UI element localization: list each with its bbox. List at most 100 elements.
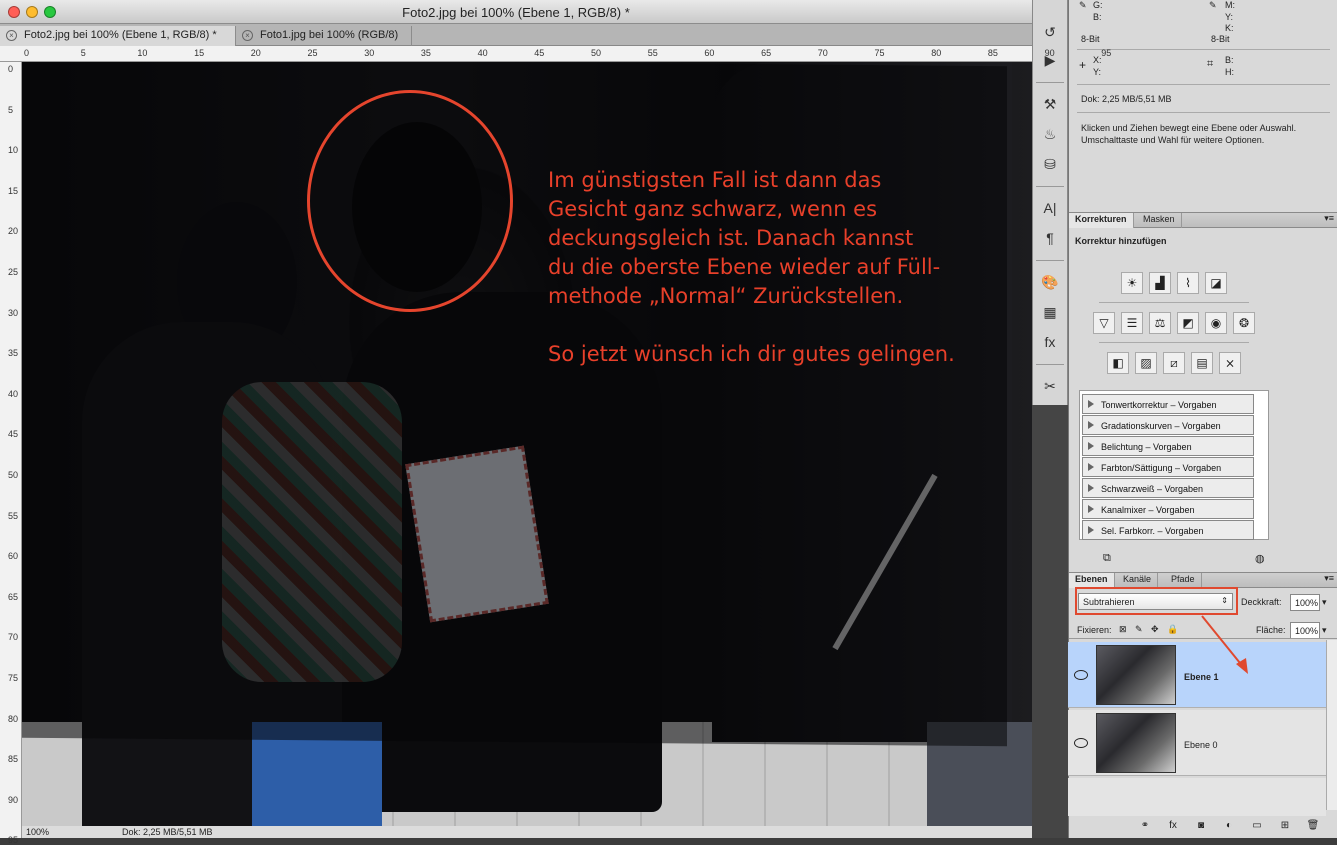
tab-kanaele[interactable]: Kanäle bbox=[1117, 573, 1159, 588]
preset-item[interactable]: Kanalmixer – Vorgaben bbox=[1082, 499, 1254, 519]
visibility-toggle-icon[interactable]: ◍ bbox=[1255, 552, 1265, 565]
color-balance-icon[interactable]: ⚖ bbox=[1149, 312, 1171, 334]
clone-source-icon[interactable]: ♨ bbox=[1039, 124, 1061, 144]
annotation-arrow bbox=[1201, 615, 1248, 674]
window-title: Foto2.jpg bei 100% (Ebene 1, RGB/8) * bbox=[402, 5, 630, 20]
threshold-icon[interactable]: ⧄ bbox=[1163, 352, 1185, 374]
layer-thumbnail bbox=[1096, 713, 1176, 773]
blend-mode-highlight bbox=[1075, 587, 1238, 615]
info-panel: ✎ G: B: 8-Bit ✎ M: Y: K: 8-Bit + X: Y: ⌗… bbox=[1069, 0, 1337, 212]
eye-icon[interactable] bbox=[1074, 738, 1088, 748]
lock-position-icon[interactable]: ✥ bbox=[1151, 624, 1159, 635]
ruler-tick-label: 60 bbox=[704, 48, 715, 58]
ruler-tick-label: 40 bbox=[477, 48, 488, 58]
ruler-tick-label: 95 bbox=[1101, 48, 1112, 58]
brightness-contrast-icon[interactable]: ☀ bbox=[1121, 272, 1143, 294]
chevron-down-icon[interactable]: ▾ bbox=[1322, 597, 1327, 608]
info-hint: Klicken und Ziehen bewegt eine Ebene ode… bbox=[1081, 123, 1297, 145]
ruler-tick-label: 55 bbox=[647, 48, 658, 58]
ruler-tick-label: 45 bbox=[534, 48, 545, 58]
tools-icon[interactable]: ✂ bbox=[1039, 376, 1061, 396]
tab-masken[interactable]: Masken bbox=[1137, 213, 1182, 228]
annotation-text: Im günstigsten Fall ist dann das Gesicht… bbox=[548, 168, 955, 366]
preset-item[interactable]: Farbton/Sättigung – Vorgaben bbox=[1082, 457, 1254, 477]
layer-row-ebene-0[interactable]: Ebene 0 bbox=[1068, 710, 1326, 776]
expand-triangle-icon bbox=[1088, 442, 1094, 450]
ruler-tick-label: 80 bbox=[8, 713, 19, 724]
tool-presets-icon[interactable]: ⛁ bbox=[1039, 154, 1061, 174]
divider bbox=[1077, 112, 1330, 113]
lock-transparency-icon[interactable]: ⊠ bbox=[1119, 624, 1127, 635]
lock-pixels-icon[interactable]: ✎ bbox=[1135, 624, 1143, 635]
crosshair-icon: + bbox=[1079, 58, 1087, 72]
preset-item[interactable]: Gradationskurven – Vorgaben bbox=[1082, 415, 1254, 435]
styles-icon[interactable]: fx bbox=[1039, 332, 1061, 352]
divider bbox=[1099, 342, 1249, 343]
gradient-map-icon[interactable]: ▤ bbox=[1191, 352, 1213, 374]
preset-item[interactable]: Sel. Farbkorr. – Vorgaben bbox=[1082, 520, 1254, 540]
layer-name[interactable]: Ebene 0 bbox=[1184, 740, 1218, 750]
exposure-icon[interactable]: ◪ bbox=[1205, 272, 1227, 294]
swatches-icon[interactable]: ▦ bbox=[1039, 302, 1061, 322]
selective-color-icon[interactable]: ⨯ bbox=[1219, 352, 1241, 374]
channel-mixer-icon[interactable]: ❂ bbox=[1233, 312, 1255, 334]
eye-icon[interactable] bbox=[1074, 670, 1088, 680]
adjustment-layer-icon[interactable]: ◐ bbox=[1221, 818, 1237, 834]
tab-foto1[interactable]: × Foto1.jpg bei 100% (RGB/8) bbox=[236, 26, 412, 46]
preset-item[interactable]: Schwarzweiß – Vorgaben bbox=[1082, 478, 1254, 498]
color-icon[interactable]: 🎨 bbox=[1039, 272, 1061, 292]
fill-field[interactable]: 100% bbox=[1290, 622, 1320, 639]
ruler-tick-label: 25 bbox=[8, 267, 19, 277]
ruler-tick-label: 10 bbox=[137, 48, 148, 58]
add-mask-icon[interactable]: ◙ bbox=[1193, 818, 1209, 834]
preset-item[interactable]: Tonwertkorrektur – Vorgaben bbox=[1082, 394, 1254, 414]
ruler-tick-label: 75 bbox=[874, 48, 885, 58]
ruler-tick-label: 15 bbox=[8, 185, 19, 196]
ruler-tick-label: 80 bbox=[931, 48, 942, 58]
paragraph-icon[interactable]: ¶ bbox=[1039, 228, 1061, 248]
history-icon[interactable]: ↺ bbox=[1039, 22, 1061, 42]
panel-menu-icon[interactable]: ▾≡ bbox=[1324, 573, 1334, 584]
divider bbox=[1036, 186, 1064, 187]
expand-triangle-icon bbox=[1088, 400, 1094, 408]
close-tab-icon[interactable]: × bbox=[6, 30, 17, 41]
info-k-label: K: bbox=[1225, 23, 1234, 33]
info-w-label: B: bbox=[1225, 55, 1234, 65]
tab-foto2[interactable]: × Foto2.jpg bei 100% (Ebene 1, RGB/8) * bbox=[0, 26, 236, 46]
preset-item[interactable]: Belichtung – Vorgaben bbox=[1082, 436, 1254, 456]
new-layer-icon[interactable]: ⊞ bbox=[1277, 818, 1293, 834]
hue-saturation-icon[interactable]: ☰ bbox=[1121, 312, 1143, 334]
tab-ebenen[interactable]: Ebenen bbox=[1069, 573, 1115, 588]
photo-filter-icon[interactable]: ◉ bbox=[1205, 312, 1227, 334]
new-group-icon[interactable]: ▭ bbox=[1249, 818, 1265, 834]
panel-menu-icon[interactable]: ▾≡ bbox=[1324, 213, 1334, 224]
curves-icon[interactable]: ⌇ bbox=[1177, 272, 1199, 294]
vibrance-icon[interactable]: ▽ bbox=[1093, 312, 1115, 334]
character-icon[interactable]: A| bbox=[1039, 198, 1061, 218]
layer-style-icon[interactable]: fx bbox=[1165, 818, 1181, 834]
lock-all-icon[interactable]: 🔒 bbox=[1167, 624, 1178, 635]
ruler-tick-label: 35 bbox=[420, 48, 431, 58]
vertical-ruler-ticks: 0 5 10 15 20 25 30 35 40 45 50 55 60 65 70 75 80 85 90 95 bbox=[0, 62, 22, 845]
image-canvas[interactable]: Im günstigsten Fall ist dann das Gesicht… bbox=[22, 62, 1032, 838]
preset-label: Gradationskurven – Vorgaben bbox=[1101, 421, 1221, 431]
opacity-field[interactable]: 100% bbox=[1290, 594, 1320, 611]
invert-icon[interactable]: ◧ bbox=[1107, 352, 1129, 374]
layers-scrollbar[interactable] bbox=[1326, 640, 1337, 810]
posterize-icon[interactable]: ▨ bbox=[1135, 352, 1157, 374]
trash-icon[interactable]: 🗑 bbox=[1305, 818, 1321, 834]
ruler-tick-label: 10 bbox=[8, 145, 19, 156]
close-tab-icon[interactable]: × bbox=[242, 30, 253, 41]
zoom-level[interactable]: 100% bbox=[26, 827, 49, 837]
return-to-list-icon[interactable]: ⧉ bbox=[1103, 552, 1111, 565]
ruler-tick-label: 35 bbox=[8, 348, 19, 359]
tab-korrekturen[interactable]: Korrekturen bbox=[1069, 213, 1134, 228]
brush-presets-icon[interactable]: ⚒ bbox=[1039, 94, 1061, 114]
chevron-down-icon[interactable]: ▾ bbox=[1322, 625, 1327, 636]
levels-icon[interactable]: ▟ bbox=[1149, 272, 1171, 294]
layer-row-ebene-1[interactable]: Ebene 1 bbox=[1068, 642, 1326, 708]
tab-pfade[interactable]: Pfade bbox=[1165, 573, 1202, 588]
black-white-icon[interactable]: ◩ bbox=[1177, 312, 1199, 334]
preset-label: Sel. Farbkorr. – Vorgaben bbox=[1101, 526, 1204, 536]
link-layers-icon[interactable]: ⚭ bbox=[1137, 818, 1153, 834]
